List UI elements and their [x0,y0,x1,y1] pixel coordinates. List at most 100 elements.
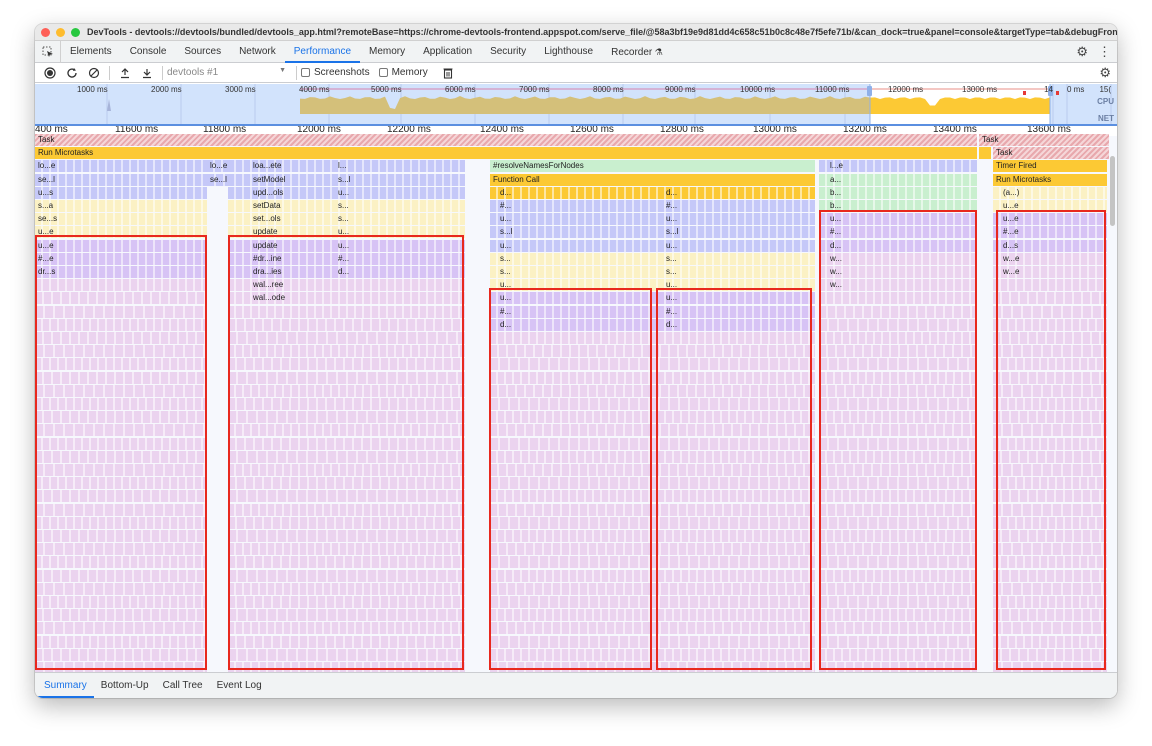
flame-event-block[interactable] [228,516,465,529]
flame-event-block[interactable] [228,437,465,450]
flame-event-label[interactable]: loa...ete [250,160,320,172]
details-tab-call-tree[interactable]: Call Tree [156,674,210,698]
flame-event-block[interactable] [819,569,977,582]
flame-event-block[interactable] [228,450,465,463]
inspect-element-button[interactable] [35,40,61,63]
flame-event-block[interactable] [993,662,1107,672]
close-window-button[interactable] [41,27,50,37]
flame-event-block[interactable] [35,622,207,635]
flame-event-block[interactable] [993,556,1107,569]
flame-event-block[interactable] [35,662,207,672]
flame-event-label[interactable]: u... [663,279,703,291]
flame-event-block[interactable] [819,318,977,331]
flame-event-block[interactable] [35,398,207,410]
flame-event-block[interactable] [490,450,815,463]
flame-event-label[interactable]: set...ols [250,213,320,225]
run-microtasks-event[interactable]: Run Microtasks [35,147,977,160]
flame-event-label[interactable]: s...l [497,226,537,238]
flame-chart[interactable]: 400 ms 11600 ms 11800 ms 12000 ms 12200 ms 12… [35,124,1117,672]
task-event[interactable]: Task [993,147,1109,160]
flame-event-block[interactable] [993,503,1107,516]
more-options-icon[interactable]: ⋮ [1098,44,1111,60]
flame-event-label[interactable]: s...a [35,200,95,212]
flame-event-block[interactable] [490,569,815,582]
flame-event-block[interactable] [819,635,977,648]
flame-event-label[interactable]: lo...e [35,160,95,172]
flame-event-label[interactable]: u...e [1000,200,1050,212]
flame-event-block[interactable] [490,437,815,450]
flame-event-label[interactable]: u... [663,213,703,225]
flame-event-block[interactable] [490,635,815,648]
flame-event-block[interactable] [228,622,465,635]
flame-event-block[interactable] [490,318,815,331]
flame-event-label[interactable]: s... [663,253,703,265]
details-tab-bottom-up[interactable]: Bottom-Up [94,674,156,698]
flame-event-block[interactable] [35,279,207,292]
flame-event-block[interactable] [993,569,1107,582]
flame-event-block[interactable] [490,516,815,529]
flame-event-label[interactable]: w... [827,266,867,278]
resolve-names-event[interactable]: #resolveNamesForNodes [490,160,815,173]
flame-event-block[interactable] [993,582,1107,595]
flame-event-label[interactable]: s...l [335,174,385,186]
flame-event-label[interactable]: update [250,226,320,238]
flame-event-block[interactable] [490,226,815,239]
tab-network[interactable]: Network [230,41,285,63]
flame-event-label[interactable]: u... [663,292,703,304]
flame-event-block[interactable] [490,622,815,635]
flame-event-label[interactable]: u...e [35,226,95,238]
flame-event-block[interactable] [35,292,207,305]
flame-event-block[interactable] [35,503,207,516]
flame-event-block[interactable] [35,305,207,318]
flame-event-block[interactable] [228,490,465,503]
flame-event-label[interactable]: u... [335,226,385,238]
flame-event-block[interactable] [819,292,977,305]
flame-event-block[interactable] [35,371,207,384]
flame-event-label[interactable]: #... [497,306,537,318]
flame-event-block[interactable] [490,213,815,226]
flame-event-block[interactable] [993,530,1107,542]
flame-event-block[interactable] [228,543,465,556]
flame-event-label[interactable]: #... [663,200,703,212]
flame-event-block[interactable] [490,648,815,661]
tab-security[interactable]: Security [481,41,535,63]
flame-event-label[interactable]: u...e [35,240,95,252]
garbage-collect-button[interactable] [437,63,459,83]
flame-event-label[interactable]: u... [497,240,537,252]
flame-event-block[interactable] [228,635,465,648]
flame-event-block[interactable] [993,437,1107,450]
flame-event-block[interactable] [490,252,815,265]
flame-event-block[interactable] [228,503,465,516]
run-microtasks-event[interactable]: Run Microtasks [993,173,1107,186]
flame-event-block[interactable] [228,662,465,672]
flame-event-label[interactable]: s... [335,200,385,212]
flame-event-block[interactable] [993,345,1107,358]
flame-event-block[interactable] [490,345,815,358]
flame-event-label[interactable]: #... [497,200,537,212]
flame-event-block[interactable] [490,662,815,672]
flame-event-block[interactable] [819,543,977,556]
timeline-overview[interactable]: 1000 ms 2000 ms 3000 ms 4000 ms 5000 ms 6000 … [35,84,1117,124]
flame-event-block[interactable] [228,371,465,384]
flame-event-block[interactable] [490,292,815,305]
flame-event-block[interactable] [35,332,207,344]
flame-event-block[interactable] [993,384,1107,397]
flame-event-block[interactable] [490,411,815,424]
flame-event-block[interactable] [35,648,207,661]
flame-event-block[interactable] [993,358,1107,371]
flame-event-label[interactable]: d...s [1000,240,1050,252]
flame-event-block[interactable] [993,318,1107,331]
flame-event-label[interactable]: w... [827,279,867,291]
task-event[interactable]: Task [35,134,977,146]
flame-event-label[interactable]: d... [663,319,703,331]
flame-event-label[interactable]: se...l [35,174,95,186]
flame-event-label[interactable]: u... [335,187,385,199]
flame-event-block[interactable] [490,200,815,212]
memory-checkbox-box[interactable] [378,68,388,77]
flame-event-label[interactable]: d... [827,240,867,252]
flame-event-block[interactable] [993,424,1107,437]
flame-event-block[interactable] [228,609,465,622]
flame-event-block[interactable] [228,530,465,542]
flame-event-block[interactable] [490,543,815,556]
tab-sources[interactable]: Sources [175,41,230,63]
